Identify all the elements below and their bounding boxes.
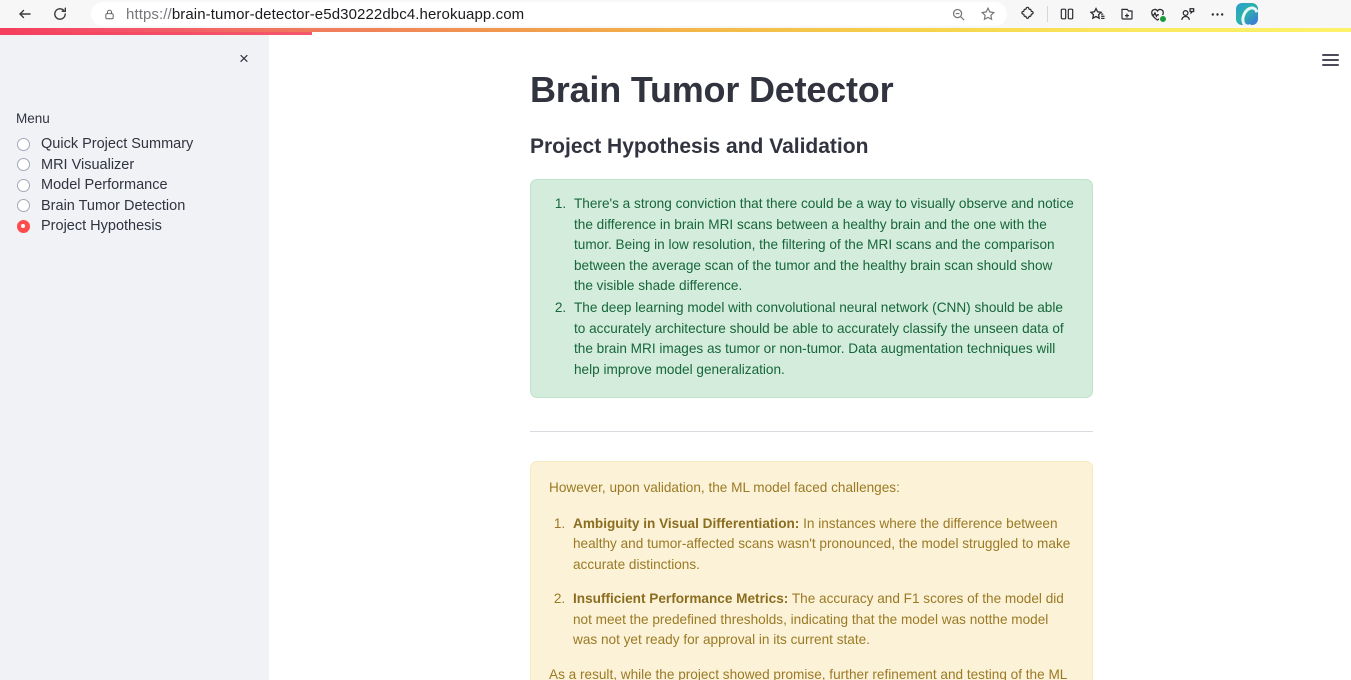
list-item: Ambiguity in Visual Differentiation: In … [569, 514, 1075, 575]
hypothesis-list: There's a strong conviction that there c… [548, 194, 1075, 380]
add-tab-to-collection-icon[interactable] [1112, 1, 1142, 27]
list-item: There's a strong conviction that there c… [570, 194, 1075, 296]
back-button[interactable] [10, 1, 40, 27]
hamburger-line [1321, 59, 1339, 61]
warning-intro: However, upon validation, the ML model f… [549, 480, 900, 496]
sidebar-item-brain-tumor-detection[interactable]: Brain Tumor Detection [16, 196, 253, 217]
radio-icon-selected [17, 219, 30, 233]
browser-essentials-icon[interactable] [1142, 1, 1172, 27]
menu-label: Menu [16, 111, 50, 126]
url-text: https://brain-tumor-detector-e5d30222dbc… [126, 6, 524, 23]
sidebar-item-label: Model Performance [41, 177, 168, 193]
sidebar-content: Menu Quick Project Summary MRI Visualize… [16, 111, 253, 237]
toolbar-divider [1047, 6, 1048, 22]
warning-outro: As a result, while the project showed pr… [549, 667, 1067, 680]
copilot-button[interactable] [1232, 1, 1262, 27]
back-arrow-icon [19, 9, 31, 19]
sidebar-item-quick-project-summary[interactable]: Quick Project Summary [16, 134, 253, 155]
omnibox-actions [943, 2, 1003, 26]
reload-button[interactable] [45, 1, 75, 27]
sidebar: × Menu Quick Project Summary MRI Visuali… [0, 35, 269, 680]
browser-toolbar-actions [1013, 1, 1262, 27]
section-divider [530, 431, 1093, 433]
extensions-puzzle-icon[interactable] [1013, 1, 1043, 27]
sidebar-item-label: Project Hypothesis [41, 218, 162, 234]
zoom-out-icon[interactable] [943, 2, 973, 26]
hamburger-menu-icon[interactable] [1315, 46, 1345, 74]
page-subtitle: Project Hypothesis and Validation [530, 135, 869, 159]
reload-icon [54, 7, 66, 20]
url-scheme: https:// [126, 5, 172, 23]
profile-icon[interactable] [1172, 1, 1202, 27]
browser-toolbar: https://brain-tumor-detector-e5d30222dbc… [0, 0, 1351, 28]
list-item: The deep learning model with convolution… [570, 298, 1075, 380]
hamburger-line [1321, 64, 1339, 66]
radio-icon [17, 137, 30, 151]
hamburger-line [1321, 54, 1339, 56]
sidebar-item-model-performance[interactable]: Model Performance [16, 175, 253, 196]
split-screen-icon[interactable] [1052, 1, 1082, 27]
streamlit-app: × Menu Quick Project Summary MRI Visuali… [0, 35, 1351, 680]
lock-icon [103, 8, 116, 21]
sidebar-item-mri-visualizer[interactable]: MRI Visualizer [16, 155, 253, 176]
warning-list: Ambiguity in Visual Differentiation: In … [545, 514, 1075, 650]
sidebar-item-label: Brain Tumor Detection [41, 197, 186, 214]
collections-star-icon[interactable] [1082, 1, 1112, 27]
close-icon[interactable]: × [231, 45, 257, 71]
copilot-icon [1236, 3, 1258, 25]
page-title: Brain Tumor Detector [530, 69, 894, 110]
list-item-title: Ambiguity in Visual Differentiation: [573, 516, 800, 532]
sidebar-item-project-hypothesis[interactable]: Project Hypothesis [16, 216, 253, 237]
url-host: brain-tumor-detector-e5d30222dbc4.heroku… [171, 5, 525, 23]
favorite-star-icon[interactable] [973, 2, 1003, 26]
status-badge [1159, 15, 1167, 23]
validation-warning-box: However, upon validation, the ML model f… [530, 461, 1093, 680]
radio-icon [17, 178, 30, 192]
list-item-title: Insufficient Performance Metrics: [573, 591, 789, 607]
hypothesis-success-box: There's a strong conviction that there c… [530, 179, 1093, 399]
list-item: Insufficient Performance Metrics: The ac… [569, 589, 1075, 650]
main-content: Brain Tumor Detector Project Hypothesis … [269, 35, 1351, 680]
sidebar-item-label: MRI Visualizer [41, 156, 135, 173]
content-column: Brain Tumor Detector Project Hypothesis … [530, 35, 1093, 680]
radio-icon [17, 199, 30, 213]
radio-icon [17, 158, 30, 172]
sidebar-item-label: Quick Project Summary [41, 136, 194, 152]
more-options-icon[interactable] [1202, 1, 1232, 27]
address-bar[interactable]: https://brain-tumor-detector-e5d30222dbc… [91, 2, 1007, 26]
